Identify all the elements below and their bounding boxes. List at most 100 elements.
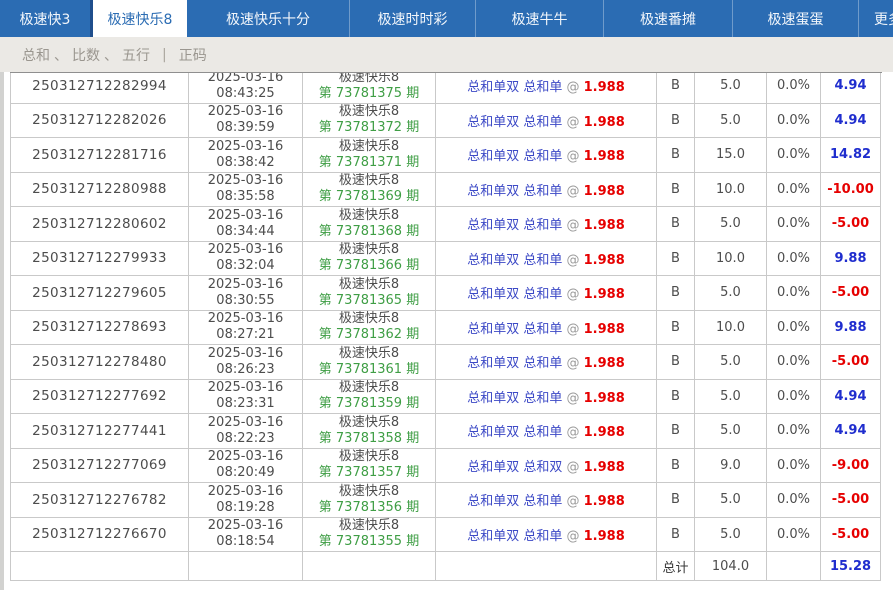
bet-detail: 总和单双 总和单 @ 1.988 xyxy=(435,482,657,518)
total-row: 总计 104.0 15.28 xyxy=(10,551,881,581)
tab-jisukuai3[interactable]: 极速快3 xyxy=(0,0,90,37)
odds-value: 1.988 xyxy=(583,218,625,234)
tab-jisuniuniu[interactable]: 极速牛牛 xyxy=(475,0,603,37)
bet-date: 2025-03-16 xyxy=(207,138,284,154)
table-row: 250312712280988 2025-03-16 08:35:58 极速快乐… xyxy=(10,171,881,207)
bet-datetime: 2025-03-16 08:30:55 xyxy=(188,275,303,311)
bet-detail: 总和单双 总和单 @ 1.988 xyxy=(435,73,657,104)
at-sign: @ xyxy=(566,321,580,337)
tab-jisukuaileshifen[interactable]: 极速快乐十分 xyxy=(187,0,349,37)
bet-detail: 总和单双 总和单 @ 1.988 xyxy=(435,413,657,449)
bet-amount: 5.0 xyxy=(694,482,767,518)
result-amount: 9.88 xyxy=(820,309,881,345)
bet-type: 总和单双 总和双 xyxy=(467,459,563,475)
subnav-item-wuxing[interactable]: 五行 xyxy=(122,45,150,65)
bet-detail: 总和单双 总和单 @ 1.988 xyxy=(435,344,657,380)
bet-detail: 总和单双 总和双 @ 1.988 xyxy=(435,447,657,483)
game-name: 极速快乐8 xyxy=(338,104,400,120)
at-sign: @ xyxy=(566,252,580,268)
subnav-item-zhengma[interactable]: 正码 xyxy=(179,45,207,65)
bet-time: 08:34:44 xyxy=(216,223,275,239)
game-nav-bar: 极速快3 极速快乐8 极速快乐十分 极速时时彩 极速牛牛 极速番摊 极速蛋蛋 更… xyxy=(0,0,893,37)
order-id: 250312712276782 xyxy=(10,482,189,518)
rebate-percent: 0.0% xyxy=(766,102,821,138)
rebate-percent: 0.0% xyxy=(766,482,821,518)
bet-amount: 10.0 xyxy=(694,309,767,345)
result-amount: 4.94 xyxy=(820,413,881,449)
period-number: 第 73781355 期 xyxy=(318,534,420,550)
game-period: 极速快乐8 第 73781356 期 xyxy=(302,482,436,518)
book-flag: B xyxy=(656,137,695,173)
bet-type: 总和单双 总和单 xyxy=(467,149,563,165)
total-empty-cell xyxy=(435,551,657,581)
odds-value: 1.988 xyxy=(583,149,625,165)
at-sign: @ xyxy=(566,390,580,406)
rebate-percent: 0.0% xyxy=(766,309,821,345)
total-amount: 104.0 xyxy=(694,551,767,581)
at-sign: @ xyxy=(566,218,580,234)
odds-value: 1.988 xyxy=(583,183,625,199)
total-empty-cell xyxy=(10,551,189,581)
bet-amount: 9.0 xyxy=(694,447,767,483)
bet-amount: 5.0 xyxy=(694,413,767,449)
total-empty-cell xyxy=(188,551,303,581)
bet-time: 08:18:54 xyxy=(216,534,275,550)
game-period: 极速快乐8 第 73781355 期 xyxy=(302,516,436,552)
bet-datetime: 2025-03-16 08:18:54 xyxy=(188,516,303,552)
separator: 、 xyxy=(104,47,118,64)
bet-date: 2025-03-16 xyxy=(207,173,284,189)
game-name: 极速快乐8 xyxy=(338,483,400,499)
result-amount: -5.00 xyxy=(820,275,881,311)
order-id: 250312712277069 xyxy=(10,447,189,483)
at-sign: @ xyxy=(566,494,580,510)
bet-detail: 总和单双 总和单 @ 1.988 xyxy=(435,102,657,138)
order-id: 250312712281716 xyxy=(10,137,189,173)
bet-detail: 总和单双 总和单 @ 1.988 xyxy=(435,206,657,242)
bet-detail: 总和单双 总和单 @ 1.988 xyxy=(435,309,657,345)
game-period: 极速快乐8 第 73781369 期 xyxy=(302,171,436,207)
odds-value: 1.988 xyxy=(583,494,625,510)
bet-detail: 总和单双 总和单 @ 1.988 xyxy=(435,137,657,173)
bet-date: 2025-03-16 xyxy=(207,414,284,430)
bet-amount: 5.0 xyxy=(694,102,767,138)
game-period: 极速快乐8 第 73781357 期 xyxy=(302,447,436,483)
bet-detail: 总和单双 总和单 @ 1.988 xyxy=(435,275,657,311)
tab-jisudandan[interactable]: 极速蛋蛋 xyxy=(732,0,858,37)
game-period: 极速快乐8 第 73781359 期 xyxy=(302,378,436,414)
game-period: 极速快乐8 第 73781368 期 xyxy=(302,206,436,242)
book-flag: B xyxy=(656,206,695,242)
game-period: 极速快乐8 第 73781365 期 xyxy=(302,275,436,311)
table-row: 250312712279605 2025-03-16 08:30:55 极速快乐… xyxy=(10,275,881,311)
result-amount: -5.00 xyxy=(820,516,881,552)
bet-detail: 总和单双 总和单 @ 1.988 xyxy=(435,240,657,276)
result-amount: 4.94 xyxy=(820,102,881,138)
tab-more[interactable]: 更多 xyxy=(858,0,893,37)
rebate-percent: 0.0% xyxy=(766,137,821,173)
book-flag: B xyxy=(656,171,695,207)
tab-jisushishicai[interactable]: 极速时时彩 xyxy=(349,0,475,37)
bet-time: 08:43:25 xyxy=(216,85,275,101)
result-amount: 4.94 xyxy=(820,73,881,104)
bet-detail: 总和单双 总和单 @ 1.988 xyxy=(435,516,657,552)
table-row: 250312712276782 2025-03-16 08:19:28 极速快乐… xyxy=(10,482,881,518)
period-number: 第 73781359 期 xyxy=(318,396,420,412)
odds-value: 1.988 xyxy=(583,287,625,303)
bet-type: 总和单双 总和单 xyxy=(467,218,563,234)
book-flag: B xyxy=(656,482,695,518)
page-left-strip xyxy=(0,72,4,590)
bet-time: 08:39:59 xyxy=(216,120,275,136)
bet-amount: 5.0 xyxy=(694,344,767,380)
bet-detail: 总和单双 总和单 @ 1.988 xyxy=(435,171,657,207)
bet-date: 2025-03-16 xyxy=(207,345,284,361)
subnav-item-bishu[interactable]: 比数 xyxy=(72,45,100,65)
tab-jisukuaile8[interactable]: 极速快乐8 xyxy=(90,0,187,37)
subnav-item-zonghe[interactable]: 总和 xyxy=(22,45,50,65)
period-number: 第 73781375 期 xyxy=(318,85,420,101)
game-name: 极速快乐8 xyxy=(338,311,400,327)
bet-time: 08:23:31 xyxy=(216,396,275,412)
game-name: 极速快乐8 xyxy=(338,518,400,534)
bet-date: 2025-03-16 xyxy=(207,380,284,396)
game-name: 极速快乐8 xyxy=(338,345,400,361)
tab-jisufantan[interactable]: 极速番摊 xyxy=(603,0,732,37)
bet-amount: 5.0 xyxy=(694,378,767,414)
